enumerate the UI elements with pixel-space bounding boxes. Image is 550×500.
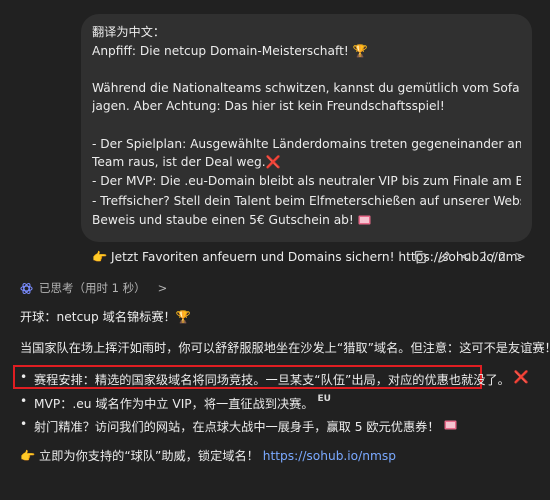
user-message-bubble: 翻译为中文： Anpfiff: Die netcup Domain-Meiste… bbox=[81, 14, 532, 264]
message-line bbox=[92, 60, 521, 79]
cross-mark-icon: ❌ bbox=[513, 370, 529, 384]
message-line-with-icon: Team raus, ist der Deal weg.❌ bbox=[92, 153, 521, 172]
message-line: - Treffsicher? Stell dein Talent beim El… bbox=[92, 194, 521, 209]
message-line: Anpfiff: Die netcup Domain-Meisterschaft… bbox=[92, 43, 368, 58]
ticket-icon bbox=[358, 215, 371, 225]
response-paragraph: 当国家队在场上挥汗如雨时，你可以舒舒服服地坐在沙发上“猎取”域名。但注意：这可不… bbox=[20, 341, 550, 355]
list-item: • 射门精准？访问我们的网站，在点球大战中一展身手，赢取 5 欧元优惠券！ bbox=[20, 417, 457, 435]
atom-icon bbox=[20, 282, 33, 294]
ticket-icon bbox=[444, 420, 457, 430]
list-item-text: 射门精准？访问我们的网站，在点球大战中一展身手，赢取 5 欧元优惠券！ bbox=[34, 420, 440, 434]
response-heading: 开球：netcup 域名锦标赛！🏆 bbox=[20, 310, 191, 324]
previous-version-button[interactable]: < bbox=[460, 249, 472, 265]
bullet-dot: • bbox=[20, 394, 28, 408]
eu-flag-icon: EU bbox=[317, 394, 331, 404]
edit-icon[interactable] bbox=[436, 249, 452, 265]
list-item-text: 赛程安排：精选的国家级域名将同场竞技。一旦某支“队伍”出局，对应的优惠也就没了。 bbox=[34, 373, 510, 387]
list-item: • 赛程安排：精选的国家级域名将同场竞技。一旦某支“队伍”出局，对应的优惠也就没… bbox=[20, 370, 529, 388]
message-line-with-icon: Beweis und staube einen 5€ Gutschein ab! bbox=[92, 211, 521, 230]
message-line-with-icon: - Der MVP: Die .eu-Domain bleibt als neu… bbox=[92, 172, 521, 193]
list-item: • MVP：.eu 域名作为中立 VIP，将一直征战到决赛。 EU bbox=[20, 394, 331, 412]
message-line bbox=[92, 116, 521, 135]
bullet-dot: • bbox=[20, 417, 28, 431]
message-text: - Der MVP: Die .eu-Domain bleibt als neu… bbox=[92, 173, 521, 188]
call-to-action: 👉 立即为你支持的“球队”助威，锁定域名！ https://sohub.io/n… bbox=[20, 446, 396, 464]
thinking-label: 已思考（用时 1 秒） bbox=[39, 281, 146, 295]
message-line bbox=[92, 230, 521, 249]
message-controls: < 2 / 2 > bbox=[412, 248, 526, 266]
cross-mark-icon: ❌ bbox=[265, 155, 281, 170]
message-line: jagen. Aber Achtung: Das hier ist kein F… bbox=[92, 99, 445, 114]
sohub-link[interactable]: https://sohub.io/nmsp bbox=[263, 449, 396, 463]
message-text: Beweis und staube einen 5€ Gutschein ab! bbox=[92, 212, 358, 227]
chevron-right-icon: > bbox=[157, 281, 168, 295]
copy-icon[interactable] bbox=[412, 249, 428, 265]
cta-text: 👉 立即为你支持的“球队”助威，锁定域名！ bbox=[20, 449, 259, 463]
thinking-toggle[interactable]: 已思考（用时 1 秒） > bbox=[20, 280, 167, 296]
message-line: 翻译为中文： bbox=[92, 25, 166, 39]
list-item-text: MVP：.eu 域名作为中立 VIP，将一直征战到决赛。 bbox=[34, 397, 314, 411]
message-text: Team raus, ist der Deal weg. bbox=[92, 155, 266, 170]
bullet-dot: • bbox=[20, 370, 28, 384]
message-line: - Der Spielplan: Ausgewählte Länderdomai… bbox=[92, 136, 521, 151]
message-line: Während die Nationalteams schwitzen, kan… bbox=[92, 80, 521, 95]
next-version-button[interactable]: > bbox=[514, 249, 526, 265]
version-pager: 2 / 2 bbox=[479, 250, 507, 264]
